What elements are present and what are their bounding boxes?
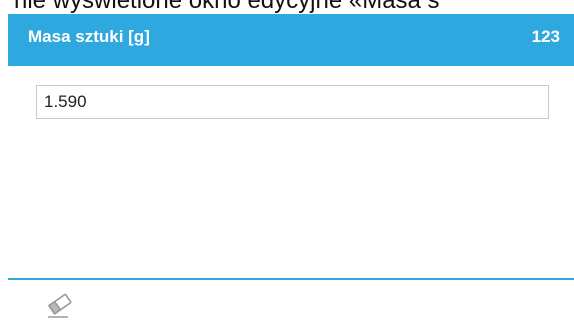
value-input[interactable] bbox=[36, 85, 549, 119]
edit-dialog: Masa sztuki [g] 123 bbox=[8, 14, 574, 331]
dialog-title: Masa sztuki [g] bbox=[28, 27, 150, 46]
bottom-toolbar bbox=[8, 280, 574, 331]
title-bar: Masa sztuki [g] 123 bbox=[8, 14, 574, 66]
clear-button[interactable] bbox=[42, 290, 78, 320]
caption-strip: nie wyświetlone okno edycyjne «Masa s bbox=[0, 0, 574, 14]
caption-text: nie wyświetlone okno edycyjne «Masa s bbox=[14, 0, 440, 14]
eraser-icon bbox=[47, 293, 72, 318]
parameter-code: 123 bbox=[531, 27, 560, 46]
screenshot-page: nie wyświetlone okno edycyjne «Masa s Ma… bbox=[0, 0, 574, 331]
